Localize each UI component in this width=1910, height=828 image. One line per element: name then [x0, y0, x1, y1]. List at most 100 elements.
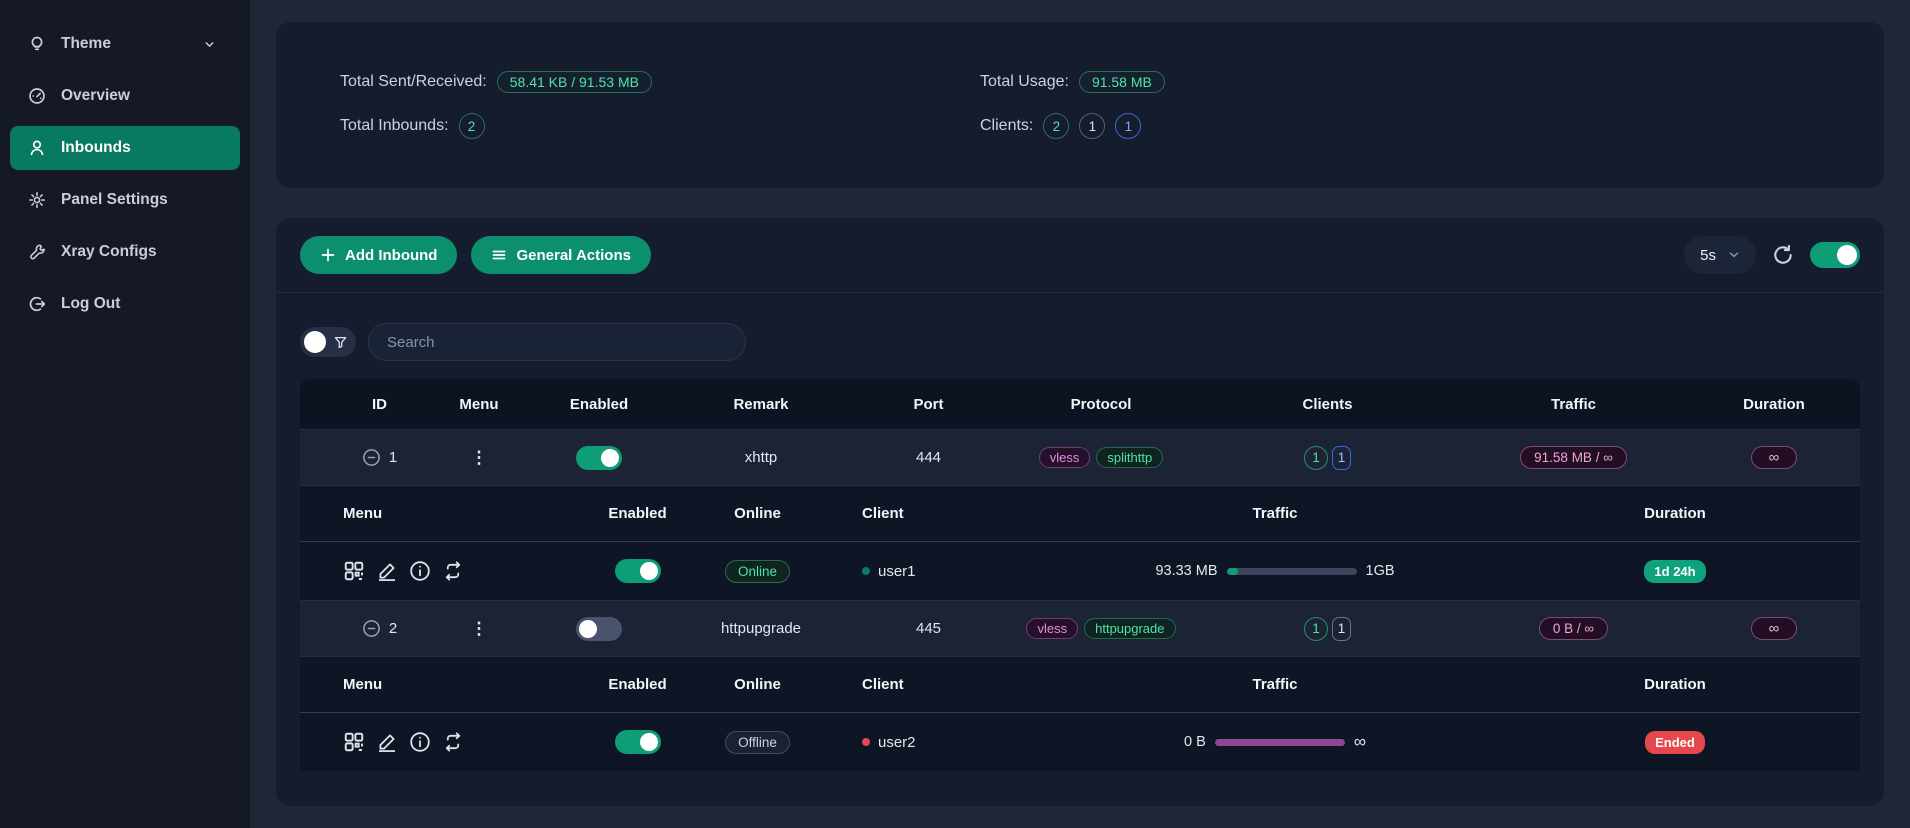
- sidebar-item-label: Theme: [61, 35, 111, 53]
- inbound-row: 1 ⋮ xhttp 444 vless splithttp 1 1 91.58 …: [300, 429, 1860, 485]
- row-menu-icon[interactable]: ⋮: [471, 449, 488, 466]
- sidebar-item-theme[interactable]: Theme: [10, 22, 240, 66]
- inbound-enabled-toggle[interactable]: [576, 446, 622, 470]
- col-header: Menu: [300, 505, 570, 522]
- inbound-enabled-toggle[interactable]: [576, 617, 622, 641]
- collapse-row-icon[interactable]: [362, 619, 381, 638]
- client-count-badge: 1: [1304, 446, 1328, 470]
- inbound-id: 1: [389, 449, 397, 466]
- traffic-badge: 91.58 MB / ∞: [1520, 446, 1627, 469]
- collapse-row-icon[interactable]: [362, 448, 381, 467]
- total-usage-badge: 91.58 MB: [1079, 71, 1165, 93]
- general-actions-button[interactable]: General Actions: [471, 236, 650, 274]
- refresh-interval-select[interactable]: 5s: [1684, 236, 1756, 274]
- info-icon[interactable]: [409, 560, 431, 582]
- client-table-header: Menu Enabled Online Client Traffic Durat…: [300, 657, 1860, 713]
- col-header: Traffic: [1459, 396, 1688, 413]
- stat-total-usage: Total Usage: 91.58 MB: [980, 71, 1165, 93]
- inbound-row: 2 ⋮ httpupgrade 445 vless httpupgrade 1 …: [300, 600, 1860, 656]
- online-status-badge: Online: [725, 560, 790, 583]
- chevron-down-icon: [1728, 249, 1740, 261]
- stat-label: Clients:: [980, 117, 1033, 135]
- client-status-dot: [862, 738, 870, 746]
- sidebar-item-logout[interactable]: Log Out: [10, 282, 240, 326]
- sidebar-item-overview[interactable]: Overview: [10, 74, 240, 118]
- inbound-id: 2: [389, 620, 397, 637]
- sidebar-item-label: Xray Configs: [61, 243, 157, 261]
- stat-label: Total Usage:: [980, 73, 1069, 91]
- client-count-badge: 1: [1304, 617, 1328, 641]
- client-name: user1: [878, 563, 916, 580]
- sidebar-item-panel-settings[interactable]: Panel Settings: [10, 178, 240, 222]
- total-inbounds-badge: 2: [459, 113, 485, 139]
- sidebar-item-label: Panel Settings: [61, 191, 168, 209]
- expanded-client-section: Menu Enabled Online Client Traffic Durat…: [300, 656, 1860, 771]
- reset-traffic-icon[interactable]: [442, 731, 464, 753]
- col-header: Online: [705, 676, 810, 693]
- qrcode-icon[interactable]: [343, 731, 365, 753]
- table-header: ID Menu Enabled Remark Port Protocol Cli…: [300, 379, 1860, 429]
- col-header: Enabled: [570, 505, 705, 522]
- protocol-tag: vless: [1039, 447, 1091, 468]
- search-input[interactable]: [368, 323, 746, 361]
- traffic-limit: 1GB: [1366, 563, 1395, 579]
- col-header: Enabled: [570, 676, 705, 693]
- info-icon[interactable]: [409, 731, 431, 753]
- reset-traffic-icon[interactable]: [442, 560, 464, 582]
- col-header: Protocol: [1006, 396, 1196, 413]
- refresh-icon[interactable]: [1772, 244, 1794, 266]
- client-enabled-toggle[interactable]: [615, 730, 661, 754]
- duration-badge: ∞: [1751, 446, 1798, 469]
- qrcode-icon[interactable]: [343, 560, 365, 582]
- edit-icon[interactable]: [376, 560, 398, 582]
- edit-icon[interactable]: [376, 731, 398, 753]
- add-inbound-button[interactable]: Add Inbound: [300, 236, 457, 274]
- client-table-header: Menu Enabled Online Client Traffic Durat…: [300, 486, 1860, 542]
- protocol-tag: vless: [1026, 618, 1078, 639]
- col-header: Enabled: [527, 396, 671, 413]
- sidebar-item-xray-configs[interactable]: Xray Configs: [10, 230, 240, 274]
- bulb-icon: [28, 35, 46, 53]
- client-row: Online user1 93.33 MB 1GB 1d 24h: [300, 542, 1860, 600]
- wrench-icon: [28, 243, 46, 261]
- sidebar-item-inbounds[interactable]: Inbounds: [10, 126, 240, 170]
- toolbar: Add Inbound General Actions 5s: [276, 218, 1884, 293]
- client-duration-badge: Ended: [1645, 731, 1705, 754]
- col-header: Client: [810, 505, 1060, 522]
- col-header: Client: [810, 676, 1060, 693]
- sent-received-badge: 58.41 KB / 91.53 MB: [497, 71, 652, 93]
- sidebar-item-label: Log Out: [61, 295, 120, 313]
- col-header: Clients: [1196, 396, 1459, 413]
- client-name: user2: [878, 734, 916, 751]
- row-menu-icon[interactable]: ⋮: [471, 620, 488, 637]
- filter-funnel-icon: [333, 335, 348, 350]
- stats-card: Total Sent/Received: 58.41 KB / 91.53 MB…: [276, 22, 1884, 188]
- inbound-remark: httpupgrade: [671, 620, 851, 637]
- plus-icon: [320, 247, 336, 263]
- traffic-progress-bar: [1227, 568, 1357, 575]
- inbounds-table: ID Menu Enabled Remark Port Protocol Cli…: [300, 379, 1860, 771]
- stat-clients: Clients: 2 1 1: [980, 113, 1165, 139]
- chevron-down-icon: [203, 38, 216, 51]
- main-area: Total Sent/Received: 58.41 KB / 91.53 MB…: [250, 0, 1910, 828]
- online-status-badge: Offline: [725, 731, 790, 754]
- dashboard-icon: [28, 87, 46, 105]
- user-icon: [28, 139, 46, 157]
- client-duration-badge: 1d 24h: [1644, 560, 1705, 583]
- client-enabled-toggle[interactable]: [615, 559, 661, 583]
- duration-badge: ∞: [1751, 617, 1798, 640]
- col-header: Traffic: [1060, 505, 1490, 522]
- sidebar: Theme Overview Inbounds Panel Settings X…: [0, 0, 250, 828]
- auto-refresh-toggle[interactable]: [1810, 242, 1860, 268]
- filter-toggle[interactable]: [300, 327, 356, 357]
- stat-label: Total Sent/Received:: [340, 73, 487, 91]
- protocol-tag: httpupgrade: [1084, 618, 1175, 639]
- inbound-port: 444: [851, 449, 1006, 466]
- col-header: Traffic: [1060, 676, 1490, 693]
- col-header: Online: [705, 505, 810, 522]
- expanded-client-section: Menu Enabled Online Client Traffic Durat…: [300, 485, 1860, 600]
- col-header: Duration: [1688, 396, 1860, 413]
- inbound-remark: xhttp: [671, 449, 851, 466]
- col-header: Remark: [671, 396, 851, 413]
- col-header: Duration: [1490, 505, 1860, 522]
